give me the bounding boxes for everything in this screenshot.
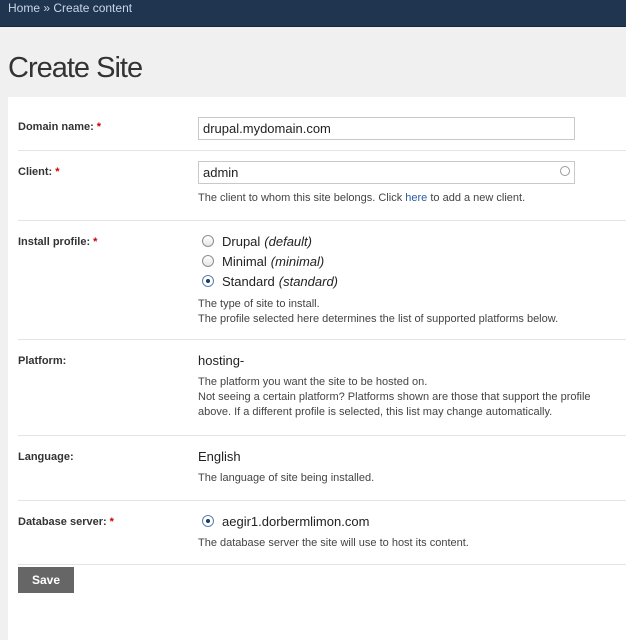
profile-radio-standard[interactable] xyxy=(202,275,214,287)
domain-input[interactable] xyxy=(198,117,575,140)
database-server-radio[interactable] xyxy=(202,515,214,527)
install-profile-row: Install profile: * Drupal (default) Minima… xyxy=(18,221,626,340)
language-value: English xyxy=(198,449,241,464)
database-server-row: Database server: * aegir1.dorbermlimon.co… xyxy=(18,501,626,565)
client-description: The client to whom this site belongs. Cl… xyxy=(198,192,526,204)
breadcrumb: Home » Create content xyxy=(8,1,132,15)
profile-radio-minimal[interactable] xyxy=(202,255,214,267)
autocomplete-throbber-icon xyxy=(560,166,570,176)
language-row: Language: English The language of site b… xyxy=(18,436,626,501)
language-label: Language: xyxy=(18,451,74,463)
required-marker: * xyxy=(93,236,98,248)
required-marker: * xyxy=(109,516,114,528)
platform-value: hosting- xyxy=(198,353,245,368)
install-profile-label: Install profile: * xyxy=(18,236,98,248)
client-label: Client: * xyxy=(18,166,60,178)
database-server-option[interactable]: aegir1.dorbermlimon.com xyxy=(198,511,469,531)
client-autocomplete xyxy=(198,161,575,184)
top-bar: Home » Create content xyxy=(0,0,626,27)
profile-radio-drupal[interactable] xyxy=(202,235,214,247)
client-row: Client:* The client to whom this site be… xyxy=(18,151,626,221)
platform-description: The platform you want the site to be hos… xyxy=(198,376,591,418)
profile-option-drupal[interactable]: Drupal (default) xyxy=(198,231,558,251)
domain-label: Domain name: * xyxy=(18,121,102,133)
site-form: Domain name:* Client:* The client to who… xyxy=(8,97,626,640)
language-description: The language of site being installed. xyxy=(198,472,375,484)
breadcrumb-home-link[interactable]: Home xyxy=(8,1,40,15)
domain-row: Domain name: * xyxy=(18,97,626,151)
database-server-label: Database server: * xyxy=(18,516,114,528)
profile-option-minimal[interactable]: Minimal (minimal) xyxy=(198,251,558,271)
breadcrumb-separator: » xyxy=(40,1,54,15)
database-server-description: The database server the site will use to… xyxy=(198,537,469,549)
required-marker: * xyxy=(55,166,60,178)
required-marker: * xyxy=(96,121,102,133)
save-button[interactable]: Save xyxy=(18,567,74,593)
platform-label: Platform: xyxy=(18,355,67,367)
add-client-link[interactable]: here xyxy=(405,192,427,204)
client-input[interactable] xyxy=(198,161,575,184)
profile-option-standard[interactable]: Standard (standard) xyxy=(198,271,558,291)
install-profile-description: The type of site to install. The profile… xyxy=(198,298,559,325)
page-title: Create Site xyxy=(8,52,143,84)
breadcrumb-create-content-link[interactable]: Create content xyxy=(53,1,132,15)
platform-row: Platform: hosting- The platform you want… xyxy=(18,340,626,436)
